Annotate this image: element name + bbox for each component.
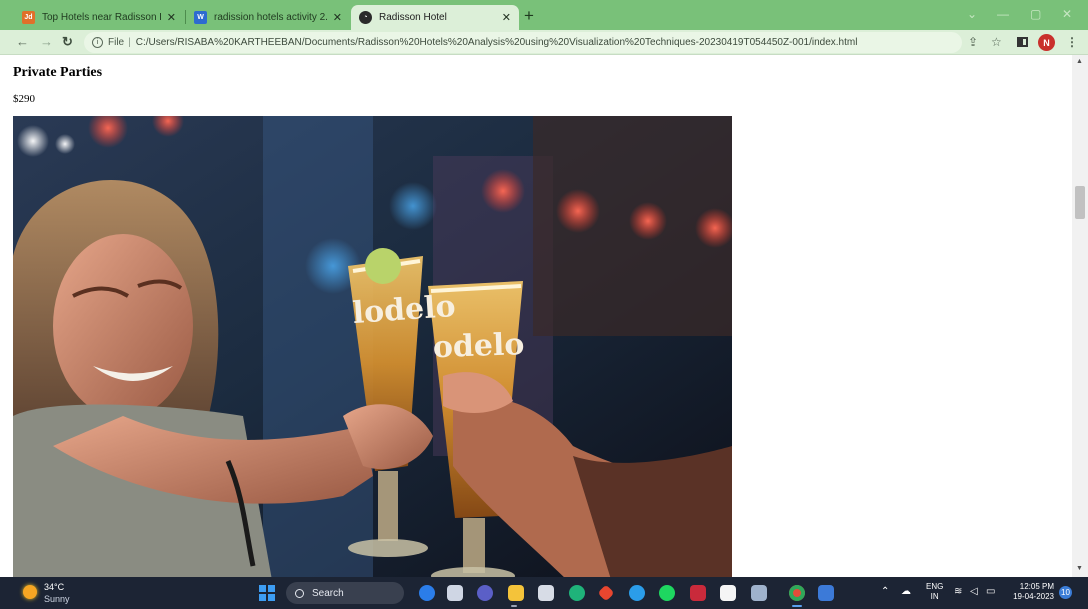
close-icon[interactable]: ✕ [333,11,342,24]
wifi-icon[interactable]: ≋ [954,586,962,598]
calculator-app-icon[interactable] [720,585,736,601]
system-clock[interactable]: 12:05 PM 19-04-2023 [1006,582,1054,602]
active-app-indicator [792,605,802,607]
tab-title: Radisson Hotel [379,12,447,23]
weather-description[interactable]: Sunny [44,594,70,604]
page-viewport: Private Parties $290 lodelo odelo [0,55,1072,577]
maximize-icon[interactable]: ▢ [1030,7,1041,21]
new-tab-button[interactable]: + [524,7,534,24]
clock-time: 12:05 PM [1019,582,1054,591]
scroll-down-arrow-icon[interactable]: ▼ [1076,565,1083,572]
tab-search-chevron-icon[interactable]: ⌄ [967,7,977,21]
photos-app-icon[interactable] [818,585,834,601]
photo-illustration: lodelo odelo [13,116,732,577]
bookmark-star-icon[interactable]: ☆ [991,35,1002,49]
search-label: Search [312,587,344,599]
mcafee-app-icon[interactable] [690,585,706,601]
scroll-up-arrow-icon[interactable]: ▲ [1076,58,1083,65]
firefox-app-icon[interactable] [629,585,645,601]
region-code: IN [930,592,939,601]
tab-title: radission hotels activity 2.docx [214,12,327,23]
item-price: $290 [13,93,35,105]
copilot-app-icon[interactable] [419,585,435,601]
back-arrow-icon[interactable]: ← [16,34,29,50]
side-panel-icon[interactable] [1017,37,1028,47]
windows-start-icon[interactable] [259,585,275,601]
window-close-icon[interactable]: ✕ [1062,7,1072,21]
notification-badge[interactable]: 10 [1059,586,1072,599]
browser-toolbar: ← → ↻ i File | C:/Users/RISABA%20KARTHEE… [0,30,1088,55]
share-icon[interactable]: ⇪ [968,35,978,49]
jd-favicon-icon: Jd [22,11,35,24]
reload-icon[interactable]: ↻ [62,34,73,50]
battery-icon[interactable]: ▭ [986,586,995,598]
forward-arrow-icon[interactable]: → [40,34,53,50]
tab-title: Top Hotels near Radisson Hotel [42,12,161,23]
item-heading: Private Parties [13,65,103,80]
document-favicon-icon: W [194,11,207,24]
office-app-icon[interactable] [597,584,615,602]
microsoft-store-icon[interactable] [538,585,554,601]
language-code: ENG [926,582,944,591]
scheme-label: File [108,37,125,48]
svg-text:odelo: odelo [432,327,525,365]
edge-browser-icon[interactable] [569,585,585,601]
clock-date: 19-04-2023 [1013,592,1054,601]
profile-avatar[interactable]: N [1038,34,1055,51]
address-bar[interactable]: i File | C:/Users/RISABA%20KARTHEEBAN/Do… [84,32,962,53]
weather-temperature[interactable]: 34°C [44,582,64,592]
search-icon [295,588,304,598]
private-parties-photo: lodelo odelo [13,116,732,577]
notepad-app-icon[interactable] [751,585,767,601]
close-icon[interactable]: ✕ [502,11,511,24]
task-view-icon[interactable] [447,585,463,601]
taskbar-search[interactable]: Search [286,582,404,604]
vertical-scrollbar[interactable]: ▲ ▼ [1072,55,1088,577]
tab-radission-docx[interactable]: W radission hotels activity 2.docx ✕ [186,5,350,30]
chrome-app-icon[interactable] [789,585,805,601]
url-text[interactable]: C:/Users/RISABA%20KARTHEEBAN/Documents/R… [136,37,858,48]
minimize-icon[interactable]: — [997,7,1009,21]
sun-icon[interactable] [23,585,37,599]
browser-tab-strip: Jd Top Hotels near Radisson Hotel ✕ W ra… [0,0,1088,30]
volume-icon[interactable]: ◁ [970,586,978,598]
close-icon[interactable]: ✕ [167,11,176,24]
svg-text:lodelo: lodelo [352,289,457,331]
scheme-separator: | [128,37,131,48]
web-favicon-icon: ◔ [359,11,372,24]
input-language[interactable]: ENG IN [926,582,943,602]
show-hidden-icons-chevron-icon[interactable]: ⌃ [881,586,889,598]
spotify-app-icon[interactable] [659,585,675,601]
more-menu-icon[interactable]: ⋮ [1066,35,1078,49]
onedrive-cloud-icon[interactable]: ☁ [901,586,911,598]
scrollbar-thumb[interactable] [1075,186,1085,219]
file-explorer-icon[interactable] [508,585,524,601]
windows-taskbar: 34°C Sunny Search ⌃ ☁ ENG IN ≋ ◁ ▭ 12:05… [0,577,1088,609]
site-info-icon[interactable]: i [92,37,103,48]
teams-chat-icon[interactable] [477,585,493,601]
tab-top-hotels[interactable]: Jd Top Hotels near Radisson Hotel ✕ [14,5,184,30]
running-indicator [511,605,517,607]
tab-radisson-hotel[interactable]: ◔ Radisson Hotel ✕ [351,5,519,30]
